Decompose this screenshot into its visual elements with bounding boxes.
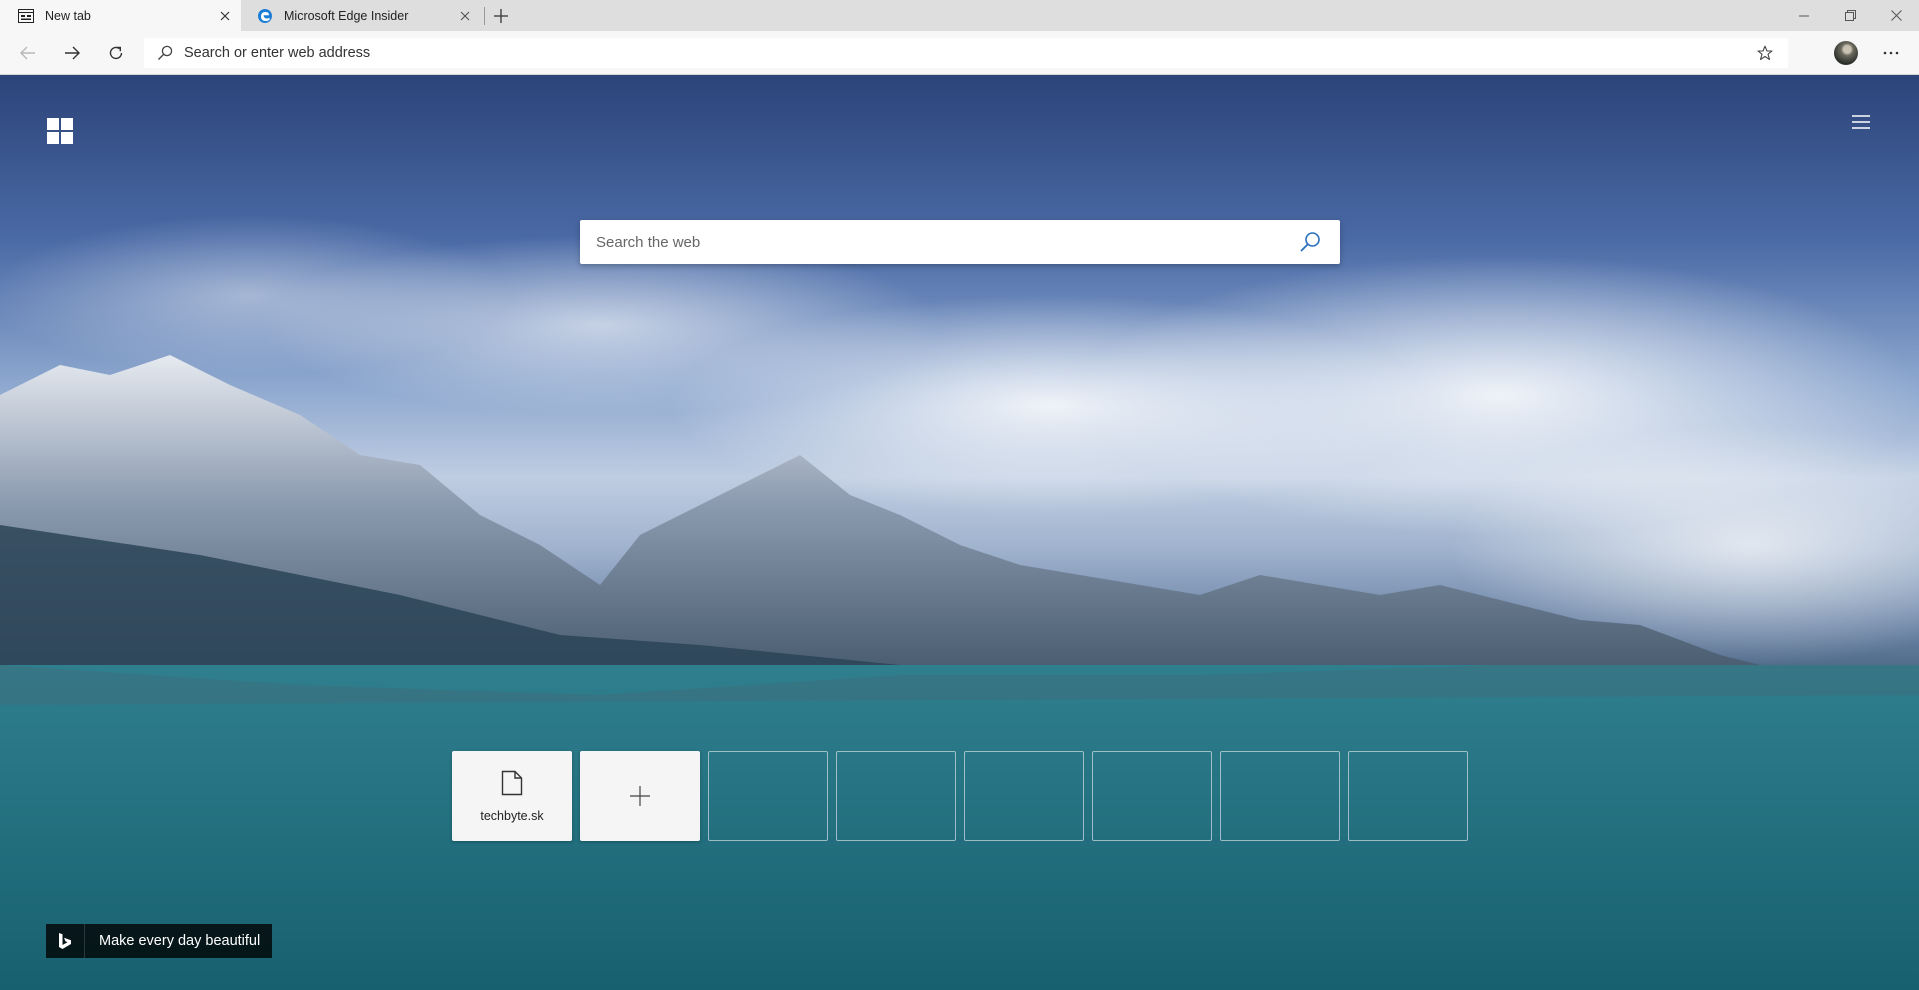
close-window-button[interactable] (1873, 0, 1919, 31)
page-settings-menu-icon[interactable] (1852, 115, 1872, 135)
empty-tile (1348, 751, 1468, 841)
tab-microsoft-edge-insider[interactable]: Microsoft Edge Insider (241, 0, 481, 31)
tab-title: Microsoft Edge Insider (284, 8, 409, 23)
restore-button[interactable] (1827, 0, 1873, 31)
refresh-button[interactable] (100, 37, 132, 69)
windows-logo-icon[interactable] (47, 118, 73, 144)
toolbar: Search or enter web address (0, 31, 1919, 75)
image-credit-text: Make every day beautiful (99, 933, 261, 949)
tab-title: New tab (45, 8, 91, 23)
top-site-tile[interactable]: techbyte.sk (452, 751, 572, 841)
plus-icon (630, 786, 650, 806)
empty-tile (1220, 751, 1340, 841)
top-site-label: techbyte.sk (480, 809, 544, 823)
more-icon (1883, 51, 1899, 55)
search-icon (156, 44, 174, 62)
refresh-icon (109, 46, 123, 60)
edge-logo-icon (257, 8, 273, 24)
plus-icon (494, 9, 508, 23)
minimize-icon (1799, 15, 1809, 16)
arrow-right-icon (65, 46, 80, 60)
bing-logo-icon (46, 924, 85, 958)
tab-divider (484, 7, 485, 25)
image-credit-badge[interactable]: Make every day beautiful (46, 924, 273, 958)
address-bar[interactable]: Search or enter web address (144, 38, 1788, 68)
back-button[interactable] (12, 37, 44, 69)
arrow-left-icon (20, 46, 35, 60)
add-site-tile[interactable] (580, 751, 700, 841)
restore-icon (1844, 10, 1856, 21)
web-search-box[interactable]: Search the web (580, 220, 1340, 264)
forward-button[interactable] (56, 37, 88, 69)
favorite-star-icon[interactable] (1756, 44, 1774, 62)
document-icon (501, 770, 523, 796)
new-tab-page: Search the web techbyte.sk Make every da… (0, 75, 1919, 990)
close-icon (1890, 10, 1902, 21)
profile-avatar[interactable] (1834, 41, 1858, 65)
new-tab-page-icon (18, 8, 34, 24)
web-search-placeholder: Search the web (596, 233, 701, 251)
tab-strip: New tab Microsoft Edge Insider (0, 0, 1919, 31)
empty-tile (708, 751, 828, 841)
empty-tile (836, 751, 956, 841)
empty-tile (1092, 751, 1212, 841)
settings-and-more-button[interactable] (1875, 37, 1907, 69)
tab-new-tab[interactable]: New tab (0, 0, 241, 31)
close-icon[interactable] (457, 8, 473, 24)
search-icon[interactable] (1298, 230, 1322, 254)
address-placeholder: Search or enter web address (184, 45, 371, 61)
background-image (0, 215, 1919, 990)
empty-tile (964, 751, 1084, 841)
minimize-button[interactable] (1781, 0, 1827, 31)
close-icon[interactable] (217, 8, 233, 24)
new-tab-button[interactable] (489, 4, 513, 28)
